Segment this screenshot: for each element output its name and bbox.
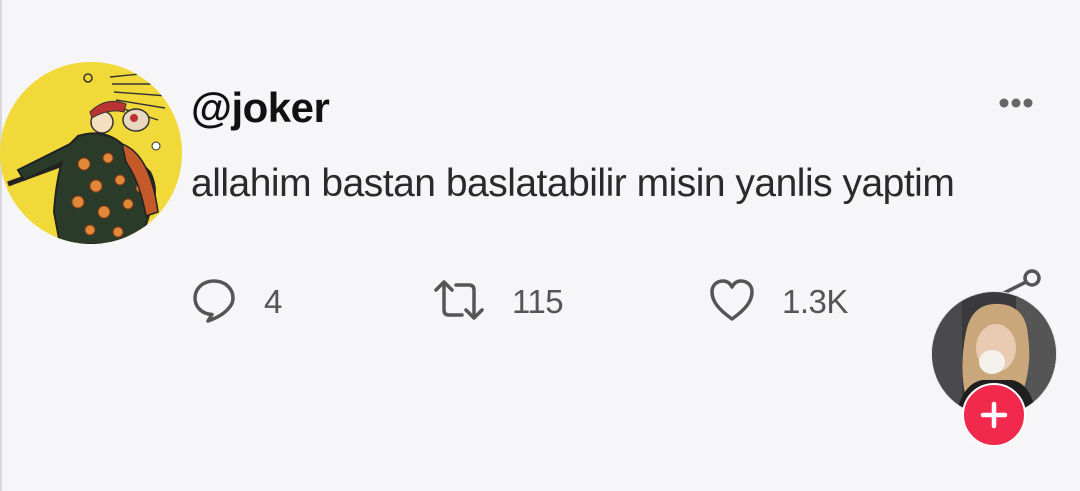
follow-plus-button[interactable] <box>962 383 1026 447</box>
retweet-icon[interactable] <box>432 276 486 329</box>
profile-avatar[interactable] <box>0 62 182 244</box>
more-dots-icon[interactable] <box>996 96 1036 110</box>
repost-count: 115 <box>512 283 564 320</box>
comment-bubble-icon[interactable] <box>190 276 238 329</box>
tarot-fool-illustration <box>0 62 182 244</box>
repost-action[interactable]: 115 <box>432 276 564 329</box>
post-text: allahim bastan baslatabilir misin yanlis… <box>191 162 955 205</box>
post-card: @joker allahim bastan baslatabilir misin… <box>0 0 1080 491</box>
like-count: 1.3K <box>782 283 848 320</box>
heart-icon[interactable] <box>708 276 756 329</box>
reply-action[interactable]: 4 <box>190 278 282 326</box>
reply-count: 4 <box>264 283 282 320</box>
plus-icon <box>980 401 1008 429</box>
username-handle[interactable]: @joker <box>191 84 330 132</box>
like-action[interactable]: 1.3K <box>708 278 848 326</box>
